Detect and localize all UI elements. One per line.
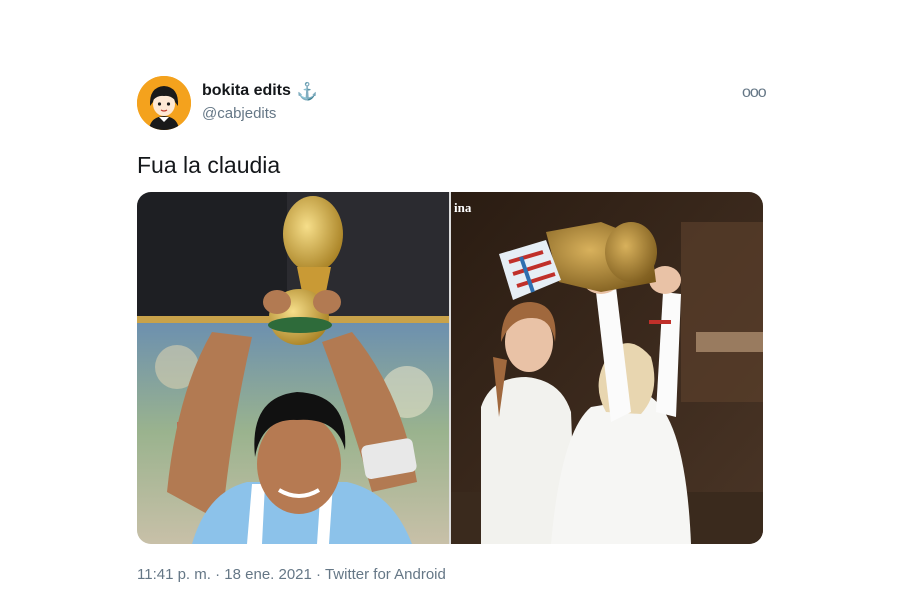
meta-separator: ·: [316, 566, 322, 583]
trophy-celebration-photo: [137, 192, 449, 544]
avatar[interactable]: [137, 76, 191, 130]
author-name[interactable]: bokita edits: [202, 82, 291, 100]
media-image-right[interactable]: ina: [451, 192, 763, 544]
avatar-illustration: [137, 76, 191, 130]
kitchen-trophy-photo: [451, 192, 763, 544]
media-image-left[interactable]: [137, 192, 449, 544]
meta-separator: ·: [215, 566, 221, 583]
anchor-icon: ⚓: [296, 81, 319, 101]
more-options-icon[interactable]: ooo: [742, 84, 767, 102]
tweet-time[interactable]: 11:41 p. m.: [137, 566, 211, 583]
image-watermark: ina: [454, 200, 472, 215]
tweet-meta: 11:41 p. m. · 18 ene. 2021 · Twitter for…: [137, 566, 446, 583]
tweet-source[interactable]: Twitter for Android: [325, 566, 446, 583]
author-row: bokita edits ⚓: [202, 82, 318, 100]
media-grid: ina: [137, 192, 763, 544]
author-handle[interactable]: @cabjedits: [202, 105, 276, 122]
tweet-text: Fua la claudia: [137, 152, 281, 178]
tweet-date[interactable]: 18 ene. 2021: [224, 566, 312, 583]
